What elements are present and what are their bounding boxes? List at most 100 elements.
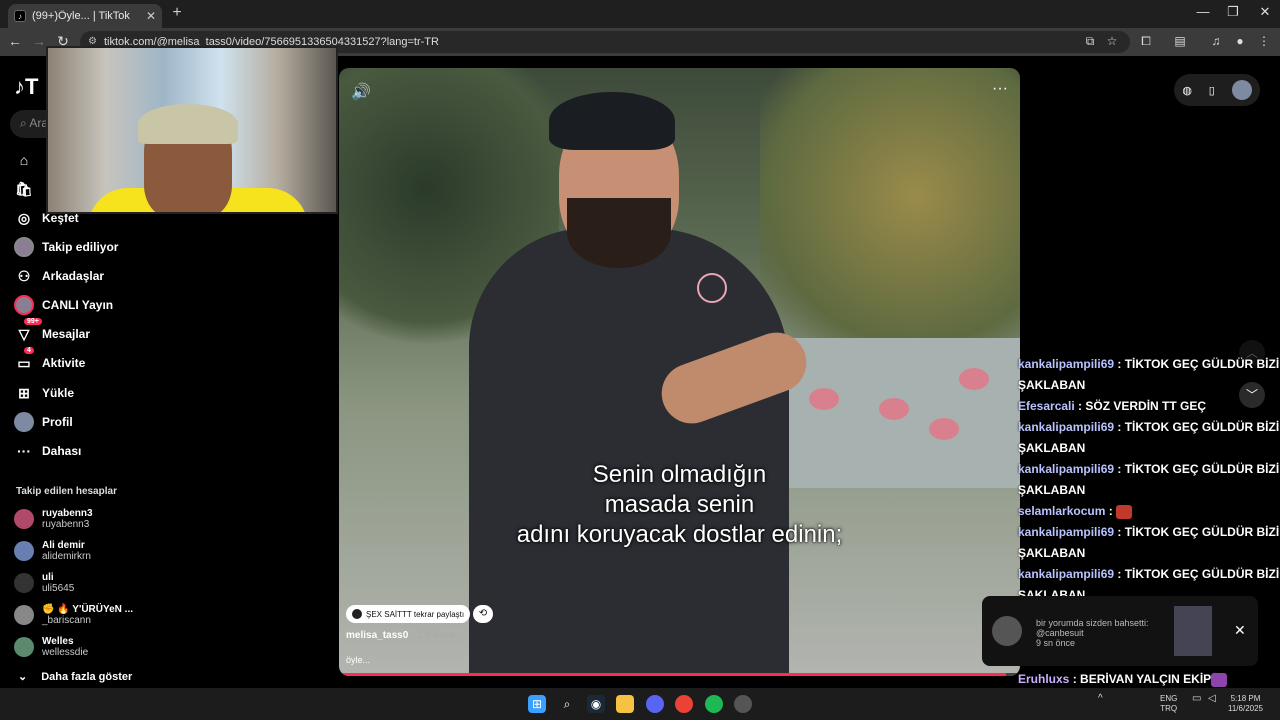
more-options-icon[interactable]: ··· (992, 80, 1008, 98)
home-icon: ⌂ (19, 152, 29, 168)
browser-tab[interactable]: ♪ (99+)Öyle... | TikTok ✕ (8, 4, 162, 28)
avatar (14, 573, 34, 593)
sidebar-item-shop[interactable]: 🛍 (14, 179, 42, 199)
sidebar-item-live[interactable]: CANLI Yayın (14, 295, 113, 315)
notification-thumbnail (1174, 606, 1212, 656)
windows-start-icon[interactable]: ⊞ (528, 695, 546, 713)
search-icon[interactable]: ⌕ (558, 695, 576, 713)
following-avatar-icon (14, 237, 34, 257)
repost-icon[interactable]: ⟲ (473, 605, 493, 623)
chat-message: kankalipampili69 : TİKTOK GEÇ GÜLDÜR BİZ… (1018, 354, 1280, 396)
chat-text: : BERİVAN YALÇIN EKİP (1069, 672, 1212, 686)
video-author[interactable]: melisa_tass0 · 1 h önce (346, 630, 456, 641)
avatar[interactable] (1231, 80, 1252, 100)
sidebar-item-activity[interactable]: ▭ 4 Aktivite (14, 347, 86, 373)
extensions-icon[interactable]: ⧠ (1138, 34, 1154, 49)
flamingo (809, 388, 839, 410)
video-player[interactable]: 🔊 ··· Senin olmadığın masada senin adını… (339, 68, 1020, 676)
chevron-down-icon: ⌄ (18, 671, 28, 683)
minimize-button[interactable]: — (1188, 4, 1218, 19)
video-person-body (469, 228, 789, 676)
sidebar-item-label: Aktivite (42, 356, 86, 370)
flamingo (959, 368, 989, 390)
followed-account[interactable]: uli uli5645 (14, 572, 74, 594)
shop-bag-icon: 🛍 (15, 180, 33, 197)
chat-message: selamlarkocum : (1018, 501, 1280, 522)
followed-account[interactable]: ruyabenn3 ruyabenn3 (14, 508, 93, 530)
file-explorer-icon[interactable] (616, 695, 634, 713)
video-description[interactable]: öyle... (346, 655, 370, 665)
sidebar-item-more[interactable]: ··· Dahası (14, 441, 81, 461)
followed-account[interactable]: Welles wellessdie (14, 636, 88, 658)
flamingo (879, 398, 909, 420)
restore-button[interactable]: ❐ (1218, 4, 1248, 20)
sidebar-item-profile[interactable]: Profil (14, 412, 73, 432)
network-icon[interactable]: ▭ (1192, 694, 1201, 704)
tiktok-logo-icon[interactable]: ♪T (14, 74, 38, 100)
sidebar-item-friends[interactable]: ⚇ Arkadaşlar (14, 266, 104, 286)
video-progress-bar[interactable] (339, 673, 1020, 676)
sidebar-item-upload[interactable]: ⊞ Yükle (14, 383, 74, 403)
language-indicator[interactable]: ENG TRQ (1160, 694, 1177, 714)
discord-icon[interactable] (646, 695, 664, 713)
sidebar-item-following[interactable]: Takip ediliyor (14, 237, 118, 257)
chat-username: kankalipampili69 (1018, 462, 1115, 476)
close-window-button[interactable]: ✕ (1250, 4, 1280, 20)
menu-dots-icon[interactable]: ⋮ (1256, 34, 1272, 48)
video-person-beard (567, 198, 671, 268)
device-icon[interactable]: ▯ (1209, 84, 1215, 97)
tiktok-favicon-icon: ♪ (14, 10, 26, 22)
chat-message: kankalipampili69 : TİKTOK GEÇ GÜLDÜR BİZ… (1018, 417, 1280, 459)
sidebar-item-label: Takip ediliyor (42, 240, 119, 254)
back-button[interactable]: ← (6, 33, 24, 49)
tab-close-icon[interactable]: ✕ (146, 9, 156, 23)
profile-avatar-icon[interactable]: ● (1232, 34, 1248, 48)
friends-icon: ⚇ (17, 267, 31, 284)
sidebar-item-label: Profil (42, 415, 73, 429)
chat-username: kankalipampili69 (1018, 567, 1115, 581)
sidebar-item-label: CANLI Yayın (42, 298, 114, 312)
side-panel-icon[interactable]: ▤ (1172, 34, 1188, 48)
chat-username: selamlarkocum (1018, 504, 1106, 518)
volume-icon[interactable]: 🔊 (351, 82, 371, 102)
followed-account[interactable]: ✊ 🔥 Y'ÜRÜYeN ... _bariscann (14, 604, 133, 626)
video-person-cap (549, 92, 675, 150)
new-tab-button[interactable]: + (168, 4, 186, 22)
mention-notification[interactable]: bir yorumda sizden bahsetti: @canbesuit … (982, 596, 1258, 666)
chat-text: : SÖZ VERDİN TT GEÇ (1074, 399, 1207, 413)
obs-icon[interactable] (734, 695, 752, 713)
steam-icon[interactable]: ◉ (587, 695, 605, 713)
install-app-icon[interactable]: ⧉ (1082, 34, 1098, 49)
chat-username: kankalipampili69 (1018, 357, 1115, 371)
media-control-icon[interactable]: ♫ (1208, 34, 1224, 48)
compass-icon: ◎ (17, 209, 31, 226)
spotify-icon[interactable] (705, 695, 723, 713)
browser-titlebar: ♪ (99+)Öyle... | TikTok ✕ + — ❐ ✕ (0, 0, 1280, 28)
avatar (14, 509, 34, 529)
chat-username: Eruhluxs (1018, 672, 1070, 686)
video-caption: Senin olmadığın masada senin adını koruy… (516, 461, 843, 548)
more-dots-icon: ··· (17, 443, 31, 459)
volume-tray-icon[interactable]: ◁ (1208, 694, 1216, 704)
webcam-overlay (46, 46, 338, 214)
followed-account[interactable]: Ali demir alidemirkrn (14, 540, 91, 562)
chrome-icon[interactable] (675, 695, 693, 713)
following-accounts-title: Takip edilen hesaplar (16, 486, 117, 497)
sidebar-item-home[interactable]: ⌂ (14, 150, 42, 170)
windows-taskbar: ⊞ ⌕ ◉ ^ ENG TRQ ▭ ◁ 5:18 PM 11/6/2025 (0, 688, 1280, 720)
sidebar-item-messages[interactable]: ▽ 99+ Mesajlar (14, 318, 91, 344)
upload-icon: ⊞ (18, 384, 30, 401)
chat-emote-icon (1211, 672, 1228, 687)
sidebar-item-label: Mesajlar (42, 327, 91, 341)
jersey-badge (697, 273, 727, 303)
coins-icon[interactable]: ◍ (1182, 84, 1192, 97)
avatar (14, 605, 34, 625)
repost-chip[interactable]: ŞEX SAİTTT tekrar paylaştı (346, 605, 471, 623)
bookmark-star-icon[interactable]: ☆ (1104, 34, 1120, 48)
clock[interactable]: 5:18 PM 11/6/2025 (1228, 694, 1263, 714)
close-icon[interactable]: ✕ (1234, 622, 1246, 639)
chat-message: kankalipampili69 : TİKTOK GEÇ GÜLDÜR BİZ… (1018, 522, 1280, 564)
tray-chevron-icon[interactable]: ^ (1098, 694, 1103, 704)
top-right-controls: ◍ ▯ (1174, 74, 1260, 106)
show-more-button[interactable]: ⌄ Daha fazla göster (18, 670, 132, 684)
